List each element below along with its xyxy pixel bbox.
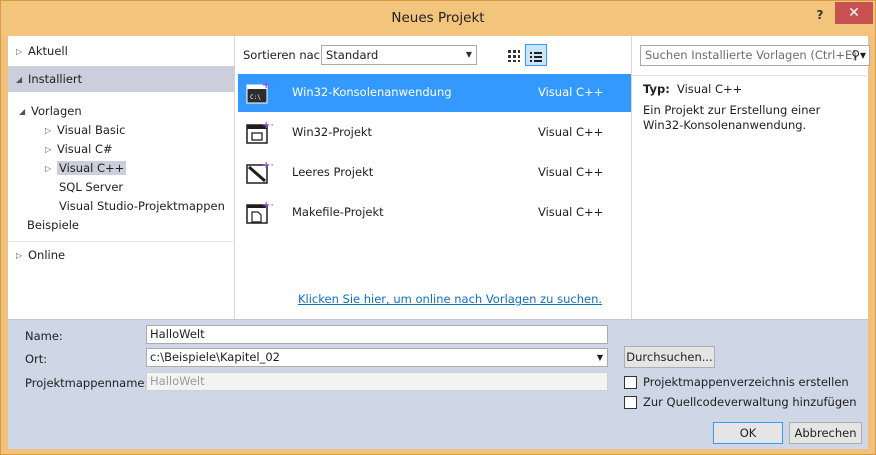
- collapse-arrow-icon[interactable]: ◢: [19, 102, 31, 121]
- type-label: Typ:: [643, 82, 670, 96]
- console-app-icon: C:\ ++: [246, 80, 273, 104]
- close-button[interactable]: ✕: [835, 2, 873, 24]
- template-item-console-app[interactable]: C:\ ++ Win32-Konsolenanwendung Visual C+…: [238, 74, 631, 112]
- list-view-button[interactable]: [525, 44, 547, 66]
- makefile-project-icon: ++: [246, 200, 273, 224]
- location-combobox[interactable]: c:\Beispiele\Kapitel_02 ▼: [146, 348, 608, 367]
- location-label: Ort:: [25, 352, 48, 366]
- svg-text:++: ++: [262, 80, 273, 91]
- list-view-icon: [530, 50, 542, 63]
- template-name: Leeres Projekt: [292, 165, 374, 179]
- tree-node-templates[interactable]: ◢ Vorlagen: [19, 102, 82, 121]
- template-language: Visual C++: [538, 205, 604, 219]
- template-item-empty-project[interactable]: ++ Leeres Projekt Visual C++: [238, 154, 631, 192]
- tree-node-visual-csharp[interactable]: ▷ Visual C#: [45, 140, 113, 159]
- svg-text:++: ++: [262, 120, 273, 131]
- template-name: Win32-Konsolenanwendung: [292, 85, 452, 99]
- search-online-link[interactable]: Klicken Sie hier, um online nach Vorlage…: [298, 292, 602, 306]
- name-label: Name:: [25, 329, 63, 343]
- chevron-down-icon: ▼: [465, 50, 472, 59]
- template-name: Makefile-Projekt: [292, 205, 384, 219]
- tree-node-visual-cpp[interactable]: ▷ Visual C++: [45, 159, 127, 178]
- browse-button[interactable]: Durchsuchen...: [624, 346, 715, 368]
- expand-arrow-icon[interactable]: ▷: [45, 140, 57, 159]
- expand-arrow-icon[interactable]: ▷: [45, 121, 57, 140]
- template-list: C:\ ++ Win32-Konsolenanwendung Visual C+…: [235, 70, 631, 319]
- type-value: Visual C++: [677, 82, 743, 96]
- tree-node-sql-server[interactable]: SQL Server: [59, 178, 123, 197]
- sort-value: Standard: [326, 48, 379, 62]
- tree-node-online[interactable]: ▷ Online: [8, 241, 235, 267]
- cancel-button[interactable]: Abbrechen: [789, 422, 862, 444]
- tree-node-visual-basic[interactable]: ▷ Visual Basic: [45, 121, 125, 140]
- template-language: Visual C++: [538, 165, 604, 179]
- ok-button[interactable]: OK: [713, 422, 783, 444]
- template-item-win32-project[interactable]: ++ Win32-Projekt Visual C++: [238, 114, 631, 152]
- template-language: Visual C++: [538, 85, 604, 99]
- location-value: c:\Beispiele\Kapitel_02: [150, 350, 280, 364]
- category-tree: ▷ Aktuell ◢ Installiert ◢ Vorlagen ▷ Visual …: [8, 36, 235, 319]
- expand-arrow-icon[interactable]: ▷: [45, 159, 57, 178]
- medium-icons-view-button[interactable]: [503, 44, 525, 66]
- search-icon[interactable]: ⚲▾: [851, 46, 866, 65]
- search-placeholder: Suchen Installierte Vorlagen (Ctrl+E): [645, 48, 857, 62]
- tree-node-samples[interactable]: Beispiele: [27, 216, 79, 235]
- solution-name-label: Projektmappenname:: [25, 376, 149, 390]
- expand-arrow-icon[interactable]: ▷: [16, 243, 28, 269]
- tree-node-recent-label: Aktuell: [28, 44, 68, 58]
- svg-text:++: ++: [262, 200, 273, 211]
- collapse-arrow-icon[interactable]: ◢: [16, 67, 28, 93]
- source-control-checkbox[interactable]: [624, 396, 637, 409]
- svg-text:C:\: C:\: [250, 94, 261, 101]
- tree-node-recent[interactable]: ▷ Aktuell: [8, 38, 235, 64]
- description-panel: Suchen Installierte Vorlagen (Ctrl+E) ⚲▾…: [631, 36, 870, 319]
- search-input[interactable]: Suchen Installierte Vorlagen (Ctrl+E) ⚲▾: [640, 45, 870, 66]
- source-control-label[interactable]: Zur Quellcodeverwaltung hinzufügen: [643, 395, 857, 409]
- create-directory-label[interactable]: Projektmappenverzeichnis erstellen: [643, 375, 849, 389]
- dialog-client: ▷ Aktuell ◢ Installiert ◢ Vorlagen ▷ Visual …: [8, 36, 870, 449]
- create-directory-checkbox[interactable]: [624, 376, 637, 389]
- template-name: Win32-Projekt: [292, 125, 373, 139]
- help-button[interactable]: ?: [809, 5, 831, 25]
- tree-node-label: Visual C#: [57, 142, 113, 156]
- chevron-down-icon[interactable]: ▼: [597, 349, 603, 366]
- tree-node-installed[interactable]: ◢ Installiert: [8, 66, 235, 92]
- project-settings-form: Name: HalloWelt Ort: c:\Beispiele\Kapite…: [8, 319, 868, 449]
- empty-project-icon: ++: [246, 160, 273, 184]
- tree-node-online-label: Online: [28, 248, 66, 262]
- sort-dropdown[interactable]: Standard ▼: [321, 45, 477, 65]
- tree-node-label: Visual Basic: [57, 123, 126, 137]
- divider: [632, 75, 869, 76]
- grid-view-icon: [508, 49, 520, 62]
- solution-name-field: HalloWelt: [146, 372, 608, 391]
- tree-node-vs-solutions[interactable]: Visual Studio-Projektmappen: [59, 197, 225, 216]
- win32-project-icon: ++: [246, 120, 273, 144]
- title-bar[interactable]: Neues Projekt ? ✕: [1, 1, 875, 36]
- project-name-field[interactable]: HalloWelt: [146, 325, 608, 344]
- new-project-dialog: Neues Projekt ? ✕ ▷ Aktuell ◢ Installiert …: [0, 0, 876, 455]
- tree-node-installed-label: Installiert: [28, 72, 83, 86]
- template-item-makefile-project[interactable]: ++ Makefile-Projekt Visual C++: [238, 194, 631, 232]
- template-description: Ein Projekt zur Erstellung einer Win32-K…: [643, 103, 821, 132]
- svg-text:++: ++: [262, 160, 273, 171]
- template-language: Visual C++: [538, 125, 604, 139]
- expand-arrow-icon[interactable]: ▷: [16, 39, 28, 65]
- tree-node-label: Visual C++: [57, 161, 127, 175]
- template-toolbar: Sortieren nach: Standard ▼: [235, 36, 631, 70]
- dialog-title: Neues Projekt: [391, 10, 485, 26]
- tree-node-templates-label: Vorlagen: [31, 104, 82, 118]
- sort-label: Sortieren nach:: [243, 48, 332, 62]
